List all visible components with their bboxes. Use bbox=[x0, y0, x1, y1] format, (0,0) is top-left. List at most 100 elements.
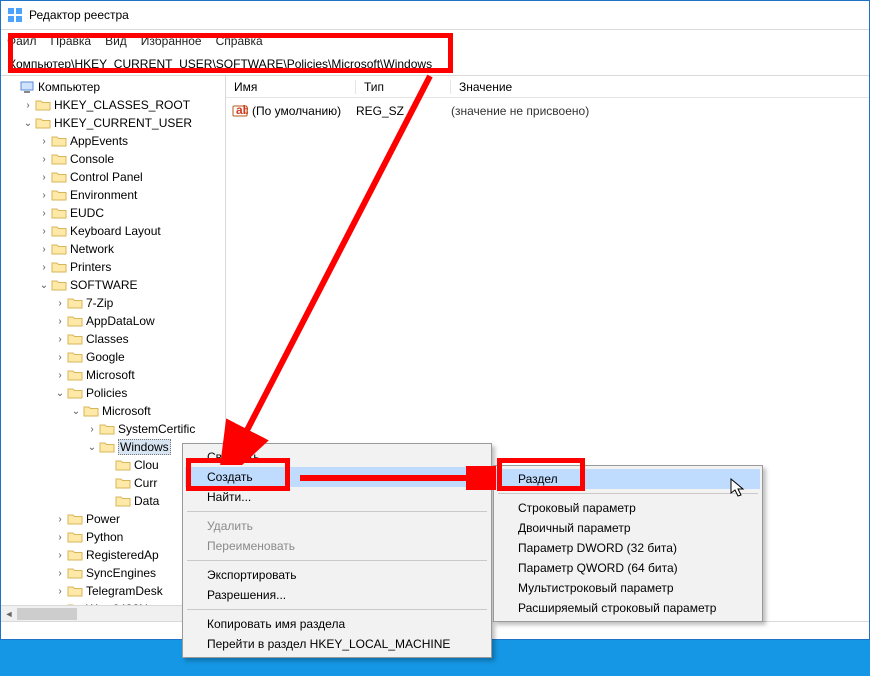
ctx-goto-hklm[interactable]: Перейти в раздел HKEY_LOCAL_MACHINE bbox=[185, 634, 489, 654]
context-menu-key: Свернуть Создать Найти... Удалить Переим… bbox=[182, 443, 492, 658]
expand-toggle[interactable]: › bbox=[53, 568, 67, 579]
folder-icon bbox=[67, 584, 83, 598]
tree-item[interactable]: › Control Panel bbox=[1, 168, 225, 186]
expand-toggle[interactable]: › bbox=[21, 100, 35, 111]
expand-toggle[interactable]: › bbox=[37, 154, 51, 165]
tree-label: Keyboard Layout bbox=[70, 224, 161, 238]
sub-expandstring[interactable]: Расширяемый строковый параметр bbox=[496, 598, 760, 618]
sub-dword[interactable]: Параметр DWORD (32 бита) bbox=[496, 538, 760, 558]
folder-icon bbox=[51, 152, 67, 166]
col-type[interactable]: Тип bbox=[356, 80, 451, 94]
tree-label: Windows bbox=[118, 439, 171, 455]
tree-item[interactable]: › Printers bbox=[1, 258, 225, 276]
expand-toggle[interactable]: ⌄ bbox=[85, 442, 99, 453]
folder-icon bbox=[67, 386, 83, 400]
tree-software[interactable]: ⌄ SOFTWARE bbox=[1, 276, 225, 294]
ctx-find[interactable]: Найти... bbox=[185, 487, 489, 507]
expand-toggle[interactable]: › bbox=[53, 298, 67, 309]
tree-item[interactable]: ›AppEvents bbox=[1, 132, 225, 150]
expand-toggle[interactable]: › bbox=[53, 514, 67, 525]
folder-icon bbox=[67, 296, 83, 310]
tree-label: Microsoft bbox=[102, 404, 151, 418]
tree-item[interactable]: › Keyboard Layout bbox=[1, 222, 225, 240]
expand-toggle[interactable]: › bbox=[53, 334, 67, 345]
tree-item[interactable]: ›Google bbox=[1, 348, 225, 366]
expand-toggle[interactable]: ⌄ bbox=[21, 118, 35, 129]
tree-label: Компьютер bbox=[38, 80, 100, 94]
col-name[interactable]: Имя bbox=[226, 80, 356, 94]
expand-toggle[interactable]: › bbox=[53, 352, 67, 363]
ctx-copy-keyname[interactable]: Копировать имя раздела bbox=[185, 614, 489, 634]
tree-label: SOFTWARE bbox=[70, 278, 138, 292]
tree-policies[interactable]: ⌄ Policies bbox=[1, 384, 225, 402]
sub-multistring[interactable]: Мультистроковый параметр bbox=[496, 578, 760, 598]
scroll-thumb[interactable] bbox=[17, 608, 77, 620]
tree-item[interactable]: ›EUDC bbox=[1, 204, 225, 222]
expand-toggle[interactable]: › bbox=[37, 208, 51, 219]
expand-toggle[interactable]: › bbox=[53, 532, 67, 543]
folder-icon bbox=[35, 98, 51, 112]
menu-file[interactable]: Файл bbox=[7, 34, 37, 48]
sub-key[interactable]: Раздел bbox=[496, 469, 760, 489]
ctx-rename: Переименовать bbox=[185, 536, 489, 556]
address-bar[interactable]: Компьютер\HKEY_CURRENT_USER\SOFTWARE\Pol… bbox=[1, 52, 869, 76]
expand-toggle[interactable]: ⌄ bbox=[37, 280, 51, 291]
sub-binary[interactable]: Двоичный параметр bbox=[496, 518, 760, 538]
expand-toggle[interactable]: › bbox=[53, 370, 67, 381]
tree-label: Control Panel bbox=[70, 170, 143, 184]
tree-item[interactable]: › Microsoft bbox=[1, 366, 225, 384]
ctx-create[interactable]: Создать bbox=[185, 467, 489, 487]
tree-label: 7-Zip bbox=[86, 296, 113, 310]
expand-toggle[interactable]: › bbox=[37, 226, 51, 237]
scroll-left-button[interactable]: ◄ bbox=[1, 606, 17, 621]
expand-toggle[interactable]: ⌄ bbox=[53, 388, 67, 399]
folder-icon bbox=[51, 278, 67, 292]
tree-hkcr[interactable]: › HKEY_CLASSES_ROOT bbox=[1, 96, 225, 114]
expand-toggle[interactable]: › bbox=[53, 316, 67, 327]
ctx-export[interactable]: Экспортировать bbox=[185, 565, 489, 585]
sub-qword[interactable]: Параметр QWORD (64 бита) bbox=[496, 558, 760, 578]
tree-item[interactable]: › AppDataLow bbox=[1, 312, 225, 330]
sub-string[interactable]: Строковый параметр bbox=[496, 498, 760, 518]
tree-item[interactable]: ›Console bbox=[1, 150, 225, 168]
expand-toggle[interactable]: › bbox=[37, 172, 51, 183]
menu-favorites[interactable]: Избранное bbox=[141, 34, 202, 48]
expand-toggle[interactable]: › bbox=[37, 190, 51, 201]
ctx-sep1 bbox=[187, 511, 487, 512]
ctx-permissions[interactable]: Разрешения... bbox=[185, 585, 489, 605]
value-type: REG_SZ bbox=[356, 104, 451, 118]
menu-help[interactable]: Справка bbox=[216, 34, 263, 48]
tree-label: HKEY_CLASSES_ROOT bbox=[54, 98, 190, 112]
ctx-collapse[interactable]: Свернуть bbox=[185, 447, 489, 467]
value-row-default[interactable]: ab (По умолчанию) REG_SZ (значение не пр… bbox=[226, 102, 869, 120]
col-value[interactable]: Значение bbox=[451, 80, 869, 94]
expand-toggle[interactable]: › bbox=[53, 550, 67, 561]
menu-view[interactable]: Вид bbox=[105, 34, 127, 48]
tree-item[interactable]: ›Environment bbox=[1, 186, 225, 204]
cursor-icon bbox=[730, 478, 746, 503]
tree-item[interactable]: › 7-Zip bbox=[1, 294, 225, 312]
expand-toggle[interactable]: › bbox=[53, 586, 67, 597]
tree-item[interactable]: ›SystemCertific bbox=[1, 420, 225, 438]
tree-label: Printers bbox=[70, 260, 111, 274]
tree-item[interactable]: › Classes bbox=[1, 330, 225, 348]
menu-edit[interactable]: Правка bbox=[51, 34, 92, 48]
tree-label: AppDataLow bbox=[86, 314, 155, 328]
tree-label: Classes bbox=[86, 332, 129, 346]
tree-hkcu[interactable]: ⌄HKEY_CURRENT_USER bbox=[1, 114, 225, 132]
folder-icon bbox=[51, 188, 67, 202]
expand-toggle[interactable]: › bbox=[85, 424, 99, 435]
tree-label: Microsoft bbox=[86, 368, 135, 382]
tree-label: Policies bbox=[86, 386, 127, 400]
expand-toggle[interactable]: › bbox=[37, 262, 51, 273]
expand-toggle[interactable]: › bbox=[37, 244, 51, 255]
regedit-icon bbox=[7, 7, 23, 23]
tree-computer[interactable]: Компьютер bbox=[1, 78, 225, 96]
tree-item[interactable]: ›Network bbox=[1, 240, 225, 258]
expand-toggle[interactable]: › bbox=[37, 136, 51, 147]
tree-label: RegisteredAp bbox=[86, 548, 159, 562]
tree-label: Data bbox=[134, 494, 159, 508]
tree-policies-microsoft[interactable]: ⌄ Microsoft bbox=[1, 402, 225, 420]
folder-icon bbox=[51, 224, 67, 238]
expand-toggle[interactable]: ⌄ bbox=[69, 406, 83, 417]
